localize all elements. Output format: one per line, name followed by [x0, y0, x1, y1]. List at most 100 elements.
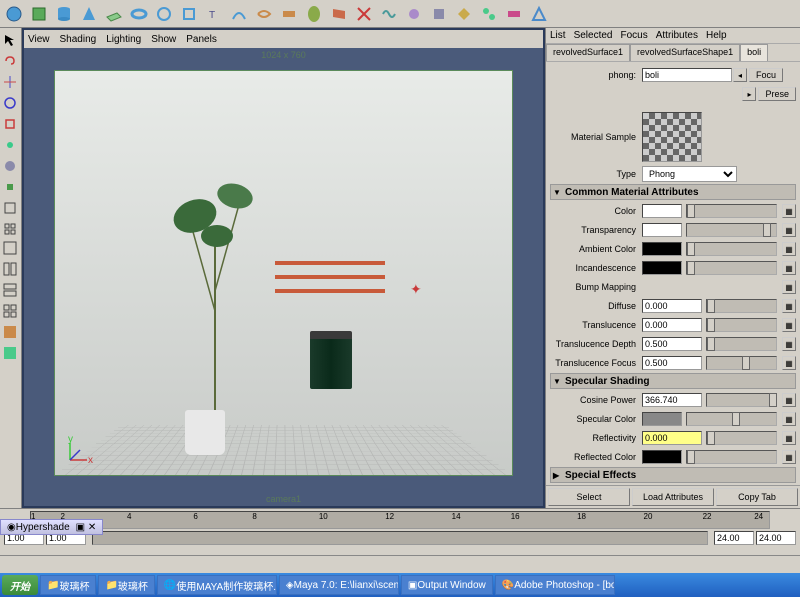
shelf-loft[interactable] [327, 2, 351, 26]
shelf-curve1[interactable] [227, 2, 251, 26]
transl-depth-input[interactable] [642, 337, 702, 351]
layout-4[interactable] [0, 301, 20, 321]
color-map-btn[interactable]: ▦ [782, 204, 796, 218]
shelf-delete[interactable] [352, 2, 376, 26]
lighting-menu[interactable]: Lighting [106, 34, 141, 45]
layout-1[interactable] [0, 238, 20, 258]
shelf-cone[interactable] [77, 2, 101, 26]
shelf-extra5[interactable] [477, 2, 501, 26]
start-button[interactable]: 开始 [2, 575, 38, 595]
transparency-slider[interactable] [686, 223, 777, 237]
section-special[interactable]: ▶Special Effects [550, 467, 796, 483]
soft-tool[interactable] [0, 156, 20, 176]
goto-input-btn[interactable]: ◂ [733, 68, 747, 82]
transl-focus-slider[interactable] [706, 356, 777, 370]
hypershade-tab[interactable]: ◉ Hypershade ▣ ✕ [0, 519, 103, 535]
diffuse-slider[interactable] [706, 299, 777, 313]
shelf-text[interactable]: T [202, 2, 226, 26]
reflectivity-input[interactable] [642, 431, 702, 445]
rotate-tool[interactable] [0, 93, 20, 113]
attr-attributes-menu[interactable]: Attributes [656, 30, 698, 41]
shelf-torus[interactable] [127, 2, 151, 26]
range-end-input[interactable] [714, 531, 754, 545]
section-common[interactable]: ▼Common Material Attributes [550, 184, 796, 200]
time-ruler[interactable]: 1 2 4 6 8 10 12 14 16 18 20 22 24 [30, 511, 770, 529]
tab-revolvedsurface1[interactable]: revolvedSurface1 [546, 44, 630, 61]
shelf-cylinder[interactable] [52, 2, 76, 26]
manip-tool[interactable] [0, 135, 20, 155]
tab-boli[interactable]: boli [740, 44, 768, 61]
spec-color-map-btn[interactable]: ▦ [782, 412, 796, 426]
transl-depth-slider[interactable] [706, 337, 777, 351]
spec-color-swatch[interactable] [642, 412, 682, 426]
layout-2[interactable] [0, 259, 20, 279]
copy-tab-btn[interactable]: Copy Tab [716, 488, 798, 506]
view-single[interactable] [0, 198, 20, 218]
material-name-input[interactable] [642, 68, 732, 82]
transl-focus-input[interactable] [642, 356, 702, 370]
incand-swatch[interactable] [642, 261, 682, 275]
incand-slider[interactable] [686, 261, 777, 275]
select-tool[interactable] [0, 30, 20, 50]
show-menu[interactable]: Show [151, 34, 176, 45]
layout-6[interactable] [0, 343, 20, 363]
attr-selected-menu[interactable]: Selected [574, 30, 613, 41]
tab-revolvedsurfaceshape1[interactable]: revolvedSurfaceShape1 [630, 44, 740, 61]
color-swatch[interactable] [642, 204, 682, 218]
cosine-map-btn[interactable]: ▦ [782, 393, 796, 407]
transparency-swatch[interactable] [642, 223, 682, 237]
attr-list-menu[interactable]: List [550, 30, 566, 41]
refl-color-swatch[interactable] [642, 450, 682, 464]
shelf-extra4[interactable] [452, 2, 476, 26]
ambient-swatch[interactable] [642, 242, 682, 256]
shelf-curve2[interactable] [252, 2, 276, 26]
last-tool[interactable] [0, 177, 20, 197]
shelf-extra3[interactable] [427, 2, 451, 26]
diffuse-input[interactable] [642, 299, 702, 313]
incand-map-btn[interactable]: ▦ [782, 261, 796, 275]
layout-5[interactable] [0, 322, 20, 342]
task-4[interactable]: ◈ Maya 7.0: E:\lianxi\scen... [279, 575, 399, 595]
scene-cylinder[interactable] [310, 331, 352, 389]
goto-output-btn[interactable]: ▸ [742, 87, 756, 101]
refl-color-map-btn[interactable]: ▦ [782, 450, 796, 464]
cosine-input[interactable] [642, 393, 702, 407]
reflectivity-map-btn[interactable]: ▦ [782, 431, 796, 445]
task-5[interactable]: ▣ Output Window [401, 575, 493, 595]
shelf-surface1[interactable] [277, 2, 301, 26]
select-btn[interactable]: Select [548, 488, 630, 506]
diffuse-map-btn[interactable]: ▦ [782, 299, 796, 313]
transl-map-btn[interactable]: ▦ [782, 318, 796, 332]
shelf-extra6[interactable] [502, 2, 526, 26]
shelf-cube[interactable] [27, 2, 51, 26]
task-6[interactable]: 🎨 Adobe Photoshop - [boli... [495, 575, 615, 595]
task-1[interactable]: 📁 玻璃杯 [40, 575, 96, 595]
task-3[interactable]: 🌐 使用MAYA制作玻璃杯... [157, 575, 277, 595]
type-select[interactable]: Phong [642, 166, 737, 182]
layout-3[interactable] [0, 280, 20, 300]
task-2[interactable]: 📁 玻璃杯 [98, 575, 154, 595]
shelf-sphere[interactable] [2, 2, 26, 26]
lasso-tool[interactable] [0, 51, 20, 71]
spec-color-slider[interactable] [686, 412, 777, 426]
shelf-square[interactable] [177, 2, 201, 26]
ambient-slider[interactable] [686, 242, 777, 256]
scale-tool[interactable] [0, 114, 20, 134]
ambient-map-btn[interactable]: ▦ [782, 242, 796, 256]
color-slider[interactable] [686, 204, 777, 218]
shelf-extra1[interactable] [377, 2, 401, 26]
shelf-revolve[interactable] [302, 2, 326, 26]
focus-btn[interactable]: Focu [749, 68, 783, 82]
attr-help-menu[interactable]: Help [706, 30, 727, 41]
refl-color-slider[interactable] [686, 450, 777, 464]
viewport-canvas[interactable]: ✦ y x [54, 70, 513, 476]
anim-end-input[interactable] [756, 531, 796, 545]
move-tool[interactable] [0, 72, 20, 92]
section-specular[interactable]: ▼Specular Shading [550, 373, 796, 389]
preset-btn[interactable]: Prese [758, 87, 796, 101]
viewport[interactable]: View Shading Lighting Show Panels 1024 x… [22, 28, 545, 508]
view-menu[interactable]: View [28, 34, 50, 45]
shelf-plane[interactable] [102, 2, 126, 26]
attr-focus-menu[interactable]: Focus [620, 30, 647, 41]
transl-focus-map-btn[interactable]: ▦ [782, 356, 796, 370]
